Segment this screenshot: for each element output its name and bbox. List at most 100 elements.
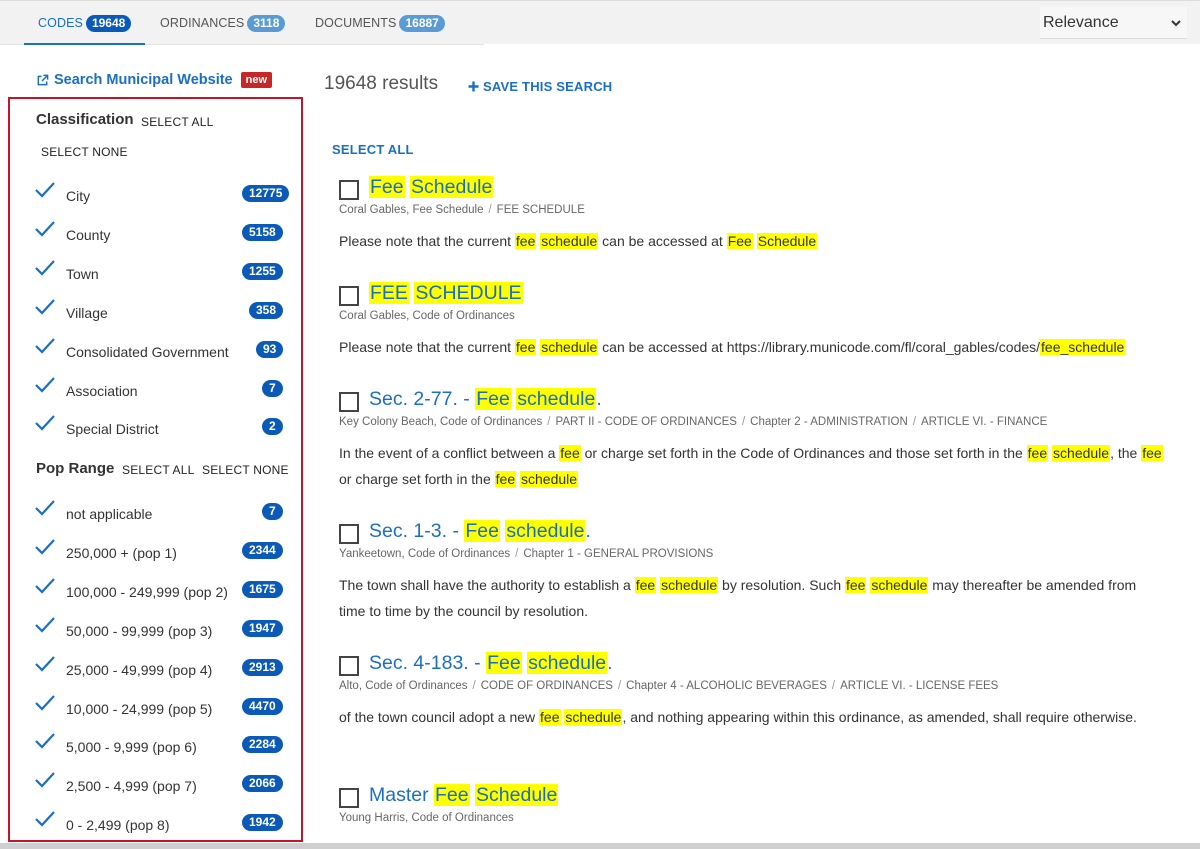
- check-icon: [35, 694, 55, 711]
- search-highlight: schedule: [1052, 445, 1111, 461]
- tab-ordinances[interactable]: ORDINANCES 3118: [160, 1, 286, 45]
- breadcrumb-separator: /: [547, 416, 551, 428]
- results-select-all[interactable]: SELECT ALL: [332, 142, 414, 157]
- breadcrumb-item[interactable]: PART II - CODE OF ORDINANCES: [556, 416, 737, 428]
- external-link-label: Search Municipal Website: [54, 72, 233, 88]
- result-title-link[interactable]: FEE SCHEDULE: [369, 282, 523, 305]
- search-highlight: Schedule: [475, 784, 559, 806]
- save-search-button[interactable]: SAVE THIS SEARCH: [468, 79, 612, 94]
- result-title-link[interactable]: Sec. 4-183. - Fee schedule.: [369, 652, 613, 675]
- facet-item[interactable]: 0 - 2,499 (pop 8) 1942: [34, 809, 289, 835]
- facet-count-badge: 93: [256, 340, 284, 358]
- facet-item[interactable]: Association 7: [34, 375, 289, 401]
- facet-item[interactable]: Village 358: [34, 297, 289, 323]
- plus-icon: [468, 81, 479, 92]
- facet-item[interactable]: Town 1255: [34, 258, 289, 284]
- result-checkbox[interactable]: [339, 656, 359, 676]
- breadcrumb-item[interactable]: Coral Gables, Fee Schedule: [339, 204, 483, 216]
- facet-item[interactable]: Consolidated Government 93: [34, 336, 289, 362]
- breadcrumb-item[interactable]: ARTICLE VI. - LICENSE FEES: [840, 680, 998, 692]
- result-snippet: of the town council adopt a new fee sche…: [339, 709, 1137, 725]
- result-title-link[interactable]: Sec. 2-77. - Fee schedule.: [369, 388, 602, 411]
- search-highlight: Fee: [475, 388, 511, 410]
- result-checkbox[interactable]: [339, 524, 359, 544]
- facet-item[interactable]: City 12775: [34, 180, 290, 206]
- result-title-link[interactable]: Sec. 1-3. - Fee schedule.: [369, 520, 591, 543]
- breadcrumb-item[interactable]: Chapter 2 - ADMINISTRATION: [750, 416, 908, 428]
- tab-codes[interactable]: CODES 19648: [23, 1, 146, 45]
- facet-item[interactable]: 2,500 - 4,999 (pop 7) 2066: [34, 770, 289, 796]
- breadcrumb-item[interactable]: Alto, Code of Ordinances: [339, 680, 468, 692]
- facet-count-badge: 4470: [242, 697, 283, 715]
- search-highlight: Fee: [726, 233, 753, 249]
- check-icon: [35, 655, 55, 672]
- sort-select[interactable]: Relevance: [1040, 7, 1187, 39]
- facet-label: Consolidated Government: [66, 343, 229, 360]
- facet-count-badge: 2: [262, 418, 283, 436]
- facet-count-badge: 2284: [242, 736, 283, 754]
- pop-range-select-none[interactable]: SELECT NONE: [202, 463, 289, 477]
- check-icon: [35, 811, 55, 827]
- facet-item[interactable]: County 5158: [34, 219, 289, 245]
- breadcrumb-item[interactable]: Coral Gables, Code of Ordinances: [339, 310, 515, 322]
- breadcrumb-item[interactable]: Young Harris, Code of Ordinances: [339, 812, 514, 824]
- pop-range-title: Pop Range: [36, 460, 115, 477]
- breadcrumb-separator: /: [617, 680, 622, 692]
- search-highlight: Schedule: [756, 233, 818, 249]
- search-highlight: fee: [494, 471, 517, 487]
- facet-item[interactable]: 25,000 - 49,999 (pop 4) 2913: [34, 654, 289, 680]
- facet-item[interactable]: not applicable 7: [34, 498, 289, 524]
- facet-item[interactable]: 50,000 - 99,999 (pop 3) 1947: [34, 615, 289, 641]
- facet-item[interactable]: 250,000 + (pop 1) 2344: [34, 537, 289, 563]
- breadcrumb-item[interactable]: FEE SCHEDULE: [497, 204, 585, 216]
- pop-range-select-all[interactable]: SELECT ALL: [122, 463, 195, 477]
- search-highlight: fee: [1141, 445, 1163, 461]
- facet-item[interactable]: 5,000 - 9,999 (pop 6) 2284: [34, 731, 289, 757]
- check-icon: [35, 578, 55, 594]
- check-icon: [35, 337, 55, 354]
- breadcrumb-item[interactable]: Chapter 1 - GENERAL PROVISIONS: [523, 548, 713, 560]
- search-highlight: schedule: [660, 577, 719, 593]
- facet-label: City: [66, 188, 91, 204]
- breadcrumb-item[interactable]: Yankeetown, Code of Ordinances: [339, 548, 510, 560]
- check-icon: [35, 772, 55, 788]
- search-highlight: Fee: [434, 784, 470, 806]
- result-snippet: In the event of a conflict between a fee…: [339, 445, 1163, 487]
- result-breadcrumb: Coral Gables, Fee Schedule / FEE SCHEDULE: [339, 204, 585, 216]
- check-icon: [35, 260, 55, 276]
- breadcrumb-item[interactable]: Chapter 4 - ALCOHOLIC BEVERAGES: [626, 680, 827, 692]
- tab-label: DOCUMENTS: [315, 16, 397, 30]
- facet-item[interactable]: Special District 2: [34, 413, 289, 439]
- result-checkbox[interactable]: [339, 788, 359, 808]
- search-highlight: fee: [559, 445, 581, 461]
- breadcrumb-item[interactable]: ARTICLE VI. - FINANCE: [921, 416, 1047, 428]
- search-municipal-website-link[interactable]: Search Municipal Website new: [36, 72, 273, 88]
- search-highlight: fee_schedule: [1040, 339, 1126, 355]
- facet-label: Village: [66, 304, 108, 321]
- tab-count-badge: 19648: [85, 14, 132, 32]
- result-breadcrumb: Key Colony Beach, Code of Ordinances / PAR…: [339, 416, 1047, 428]
- breadcrumb-item[interactable]: CODE OF ORDINANCES: [481, 680, 613, 692]
- check-icon: [35, 221, 55, 237]
- search-highlight: schedule: [564, 709, 623, 725]
- facet-item[interactable]: 10,000 - 24,999 (pop 5) 4470: [34, 693, 289, 719]
- check-icon: [35, 298, 55, 315]
- tab-documents[interactable]: DOCUMENTS 16887: [315, 1, 445, 45]
- result-tabs: CODES 19648 ORDINANCES 3118 DOCUMENTS 16…: [0, 1, 484, 45]
- classification-select-none[interactable]: SELECT NONE: [41, 145, 128, 159]
- breadcrumb-separator: /: [741, 416, 746, 428]
- result-checkbox[interactable]: [339, 180, 359, 200]
- bottom-scrollbar[interactable]: [0, 843, 1200, 849]
- search-highlight: schedule: [870, 577, 929, 593]
- tab-count-badge: 3118: [247, 14, 286, 32]
- result-title-link[interactable]: Master Fee Schedule: [369, 784, 559, 807]
- check-icon: [35, 376, 55, 393]
- breadcrumb-item[interactable]: Key Colony Beach, Code of Ordinances: [339, 416, 542, 428]
- classification-select-all[interactable]: SELECT ALL: [141, 115, 214, 129]
- facet-label: 100,000 - 249,999 (pop 2): [66, 583, 228, 600]
- result-checkbox[interactable]: [339, 286, 359, 306]
- facet-count-badge: 358: [249, 301, 284, 319]
- facet-item[interactable]: 100,000 - 249,999 (pop 2) 1675: [34, 576, 289, 602]
- result-title-link[interactable]: Fee Schedule: [369, 176, 494, 199]
- result-checkbox[interactable]: [339, 392, 359, 412]
